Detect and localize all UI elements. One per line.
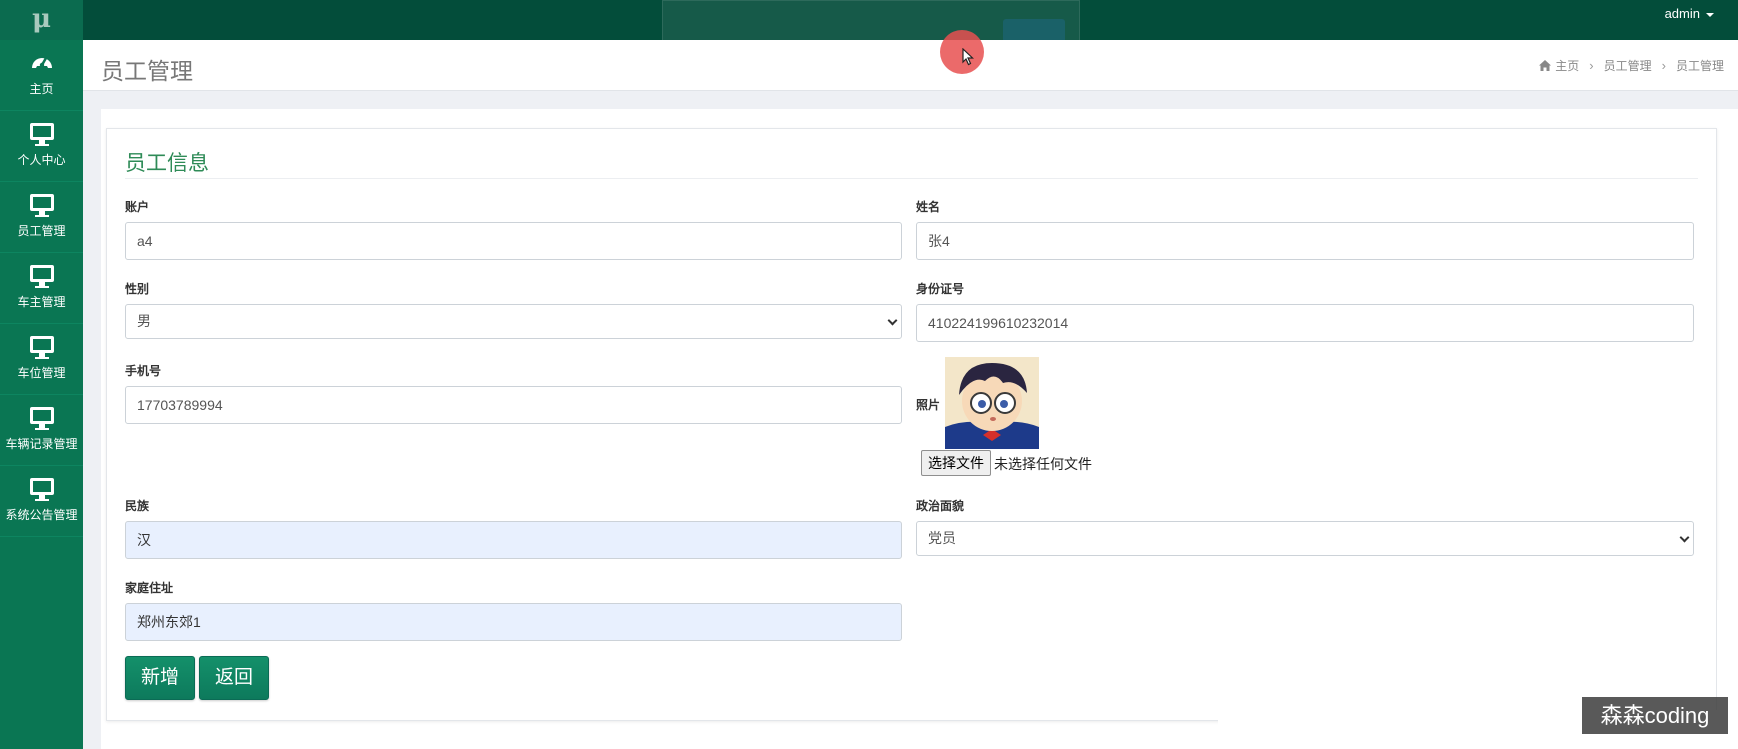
address-label: 家庭住址 (125, 581, 174, 595)
phone-input[interactable]: 17703789994 (125, 386, 902, 424)
breadcrumb: 主页 › 员工管理 › 员工管理 (1539, 57, 1724, 74)
monitor-icon (29, 194, 54, 217)
political-status-select[interactable]: 党员 (916, 521, 1694, 556)
ethnicity-input[interactable]: 汉 (125, 521, 902, 559)
chevron-down-icon (1679, 532, 1690, 543)
employee-form: 员工信息 账户 a4 姓名 张4 性别 男 身份证号 4102241996102… (106, 128, 1717, 721)
gender-label: 性别 (125, 282, 150, 296)
sidebar-item-label: 车主管理 (17, 295, 66, 309)
sidebar-item-label: 主页 (29, 82, 54, 96)
user-menu[interactable]: admin (1665, 6, 1714, 21)
content-header: 员工管理 主页 › 员工管理 › 员工管理 (83, 40, 1738, 91)
address-input[interactable]: 郑州东郊1 (125, 603, 902, 641)
chevron-right-icon: › (1589, 58, 1594, 73)
phone-label: 手机号 (125, 364, 162, 378)
sidebar-item-profile[interactable]: 个人中心 (0, 111, 83, 182)
divider (125, 178, 1698, 179)
choose-file-button[interactable]: 选择文件 (921, 450, 991, 476)
monitor-icon (29, 478, 54, 501)
employee-photo (945, 357, 1039, 449)
photo-label: 照片 (916, 398, 941, 412)
sidebar-item-label: 系统公告管理 (5, 508, 78, 522)
id-number-label: 身份证号 (916, 282, 965, 296)
file-status: 未选择任何文件 (994, 456, 1092, 472)
sidebar-item-parking[interactable]: 车位管理 (0, 324, 83, 395)
sidebar-item-vehicle-records[interactable]: 车辆记录管理 (0, 395, 83, 466)
name-input[interactable]: 张4 (916, 222, 1694, 260)
sidebar-item-label: 个人中心 (17, 153, 66, 167)
cursor-icon (962, 48, 974, 66)
chevron-right-icon: › (1661, 58, 1666, 73)
caret-down-icon (1706, 12, 1714, 17)
sidebar: 主页 个人中心 员工管理 车主管理 车位管理 车辆记录管理 系统公告管理 (0, 40, 83, 749)
chevron-down-icon (887, 315, 898, 326)
monitor-icon (29, 407, 54, 430)
id-number-input[interactable]: 410224199610232014 (916, 304, 1694, 342)
monitor-icon (29, 123, 54, 146)
sidebar-item-label: 车位管理 (17, 366, 66, 380)
name-label: 姓名 (916, 200, 941, 214)
account-label: 账户 (125, 200, 150, 214)
form-title: 员工信息 (125, 152, 209, 175)
political-status-value: 党员 (928, 530, 956, 546)
sidebar-item-employees[interactable]: 员工管理 (0, 182, 83, 253)
app-logo[interactable]: μ (0, 0, 83, 40)
page-edge (1717, 600, 1738, 710)
top-bar: μ admin (0, 0, 1738, 64)
back-button[interactable]: 返回 (199, 656, 269, 700)
dashboard-icon (0, 52, 83, 78)
add-button[interactable]: 新增 (125, 656, 195, 700)
watermark: 森森coding (1582, 697, 1728, 734)
user-name: admin (1664, 6, 1700, 21)
breadcrumb-home[interactable]: 主页 (1555, 59, 1579, 73)
breadcrumb-item[interactable]: 员工管理 (1604, 59, 1652, 73)
ethnicity-label: 民族 (125, 499, 150, 513)
account-input[interactable]: a4 (125, 222, 902, 260)
gender-value: 男 (137, 313, 151, 329)
sidebar-item-owners[interactable]: 车主管理 (0, 253, 83, 324)
sidebar-item-label: 员工管理 (17, 224, 66, 238)
sidebar-item-announcements[interactable]: 系统公告管理 (0, 466, 83, 537)
page-title: 员工管理 (101, 58, 193, 84)
home-icon (1539, 60, 1552, 71)
gender-select[interactable]: 男 (125, 304, 902, 339)
sidebar-item-home[interactable]: 主页 (0, 40, 83, 111)
breadcrumb-current: 员工管理 (1675, 59, 1724, 73)
political-status-label: 政治面貌 (916, 499, 965, 513)
monitor-icon (29, 265, 54, 288)
sidebar-item-label: 车辆记录管理 (5, 437, 78, 451)
monitor-icon (29, 336, 54, 359)
